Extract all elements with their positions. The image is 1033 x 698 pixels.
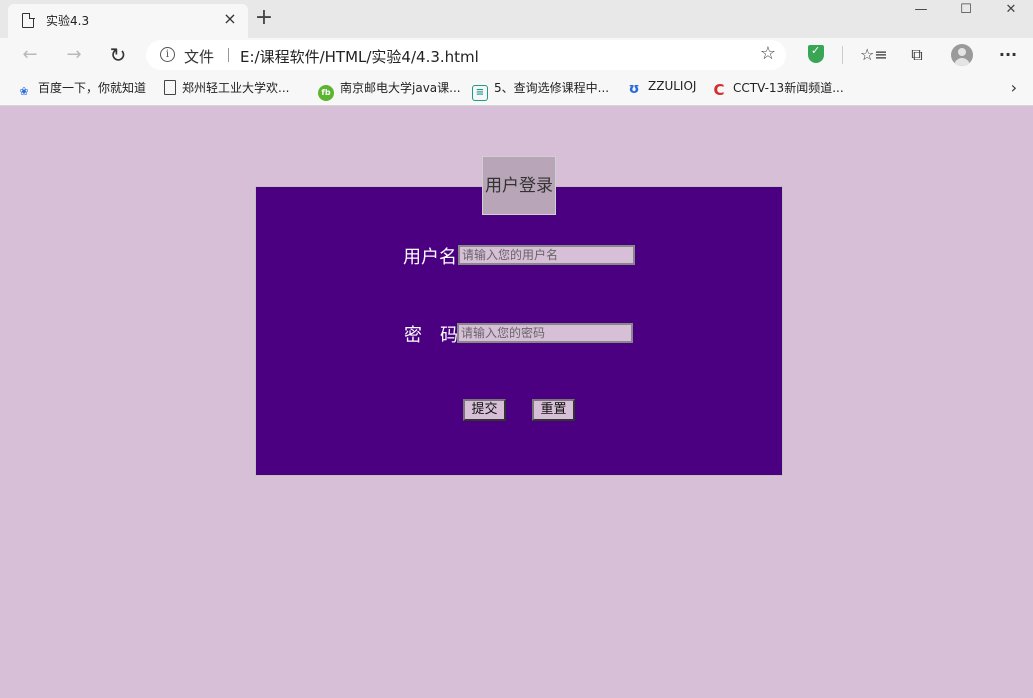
bookmark-item[interactable]: ʊ ZZULIOJ	[626, 79, 697, 99]
cctv-icon: C	[713, 81, 725, 99]
bookmarks-overflow-chevron-icon[interactable]: ›	[1011, 78, 1017, 97]
password-label: 密 码	[404, 325, 458, 346]
tab-strip: 实验4.3 × + — ☐ ✕	[0, 0, 1033, 38]
paw-icon: ❀	[19, 85, 29, 98]
shield-icon[interactable]	[808, 44, 824, 63]
book-icon: ≡	[472, 85, 488, 101]
bookmark-label: 郑州轻工业大学欢...	[182, 81, 290, 95]
address-scheme-label: 文件	[184, 48, 215, 66]
window-close-button[interactable]: ✕	[989, 0, 1033, 22]
address-bar[interactable]: i 文件 E:/课程软件/HTML/实验4/4.3.html ☆	[146, 40, 786, 70]
username-label: 用户名	[403, 247, 457, 268]
more-menu-icon[interactable]: ···	[996, 43, 1020, 67]
bookmark-item[interactable]: fb 南京邮电大学java课...	[318, 79, 461, 101]
address-url[interactable]: E:/课程软件/HTML/实验4/4.3.html	[240, 46, 479, 67]
reset-button[interactable]: 重置	[532, 399, 575, 421]
maximize-button[interactable]: ☐	[944, 0, 988, 22]
page-icon	[164, 80, 176, 95]
bookmark-label: 5、查询选修课程中...	[494, 81, 610, 95]
info-icon[interactable]: i	[160, 47, 175, 62]
favorite-star-icon[interactable]: ☆	[760, 43, 776, 64]
username-input[interactable]: 请输入您的用户名	[458, 245, 635, 265]
back-button[interactable]: ←	[16, 41, 44, 69]
bookmark-item[interactable]: C CCTV-13新闻频道...	[711, 79, 844, 99]
browser-chrome: 实验4.3 × + — ☐ ✕ ← → ↻ i 文件 E:/课程软件/HTML/…	[0, 0, 1033, 106]
bookmark-item[interactable]: ≡ 5、查询选修课程中...	[472, 79, 610, 101]
bookmark-item[interactable]: 郑州轻工业大学欢...	[164, 79, 289, 99]
forward-button[interactable]: →	[60, 41, 88, 69]
page-icon	[22, 12, 35, 28]
password-input[interactable]: 请输入您的密码	[457, 323, 633, 343]
favorites-icon[interactable]: ☆≡	[860, 43, 888, 67]
login-legend: 用户登录	[482, 156, 556, 215]
bookmark-label: 南京邮电大学java课...	[340, 81, 461, 95]
drop-icon: ʊ	[628, 81, 640, 97]
address-divider	[228, 48, 229, 62]
leaf-icon: fb	[318, 85, 334, 101]
new-tab-button[interactable]: +	[252, 6, 276, 30]
bookmark-item[interactable]: ❀ 百度一下，你就知道	[16, 79, 146, 99]
tab-title: 实验4.3	[46, 14, 90, 28]
bookmark-label: CCTV-13新闻频道...	[733, 81, 844, 95]
browser-tab[interactable]: 实验4.3 ×	[8, 4, 248, 38]
bookmarks-bar: ❀ 百度一下，你就知道 郑州轻工业大学欢... fb 南京邮电大学java课... …	[0, 74, 1033, 102]
toolbar-divider	[842, 46, 843, 64]
bookmark-label: 百度一下，你就知道	[38, 81, 147, 95]
profile-avatar[interactable]	[951, 44, 973, 66]
reload-button[interactable]: ↻	[104, 41, 132, 69]
collections-icon[interactable]: ⧉	[905, 43, 929, 67]
minimize-button[interactable]: —	[899, 0, 943, 22]
tab-close-button[interactable]: ×	[220, 9, 240, 29]
submit-button[interactable]: 提交	[463, 399, 506, 421]
bookmark-label: ZZULIOJ	[648, 79, 697, 93]
